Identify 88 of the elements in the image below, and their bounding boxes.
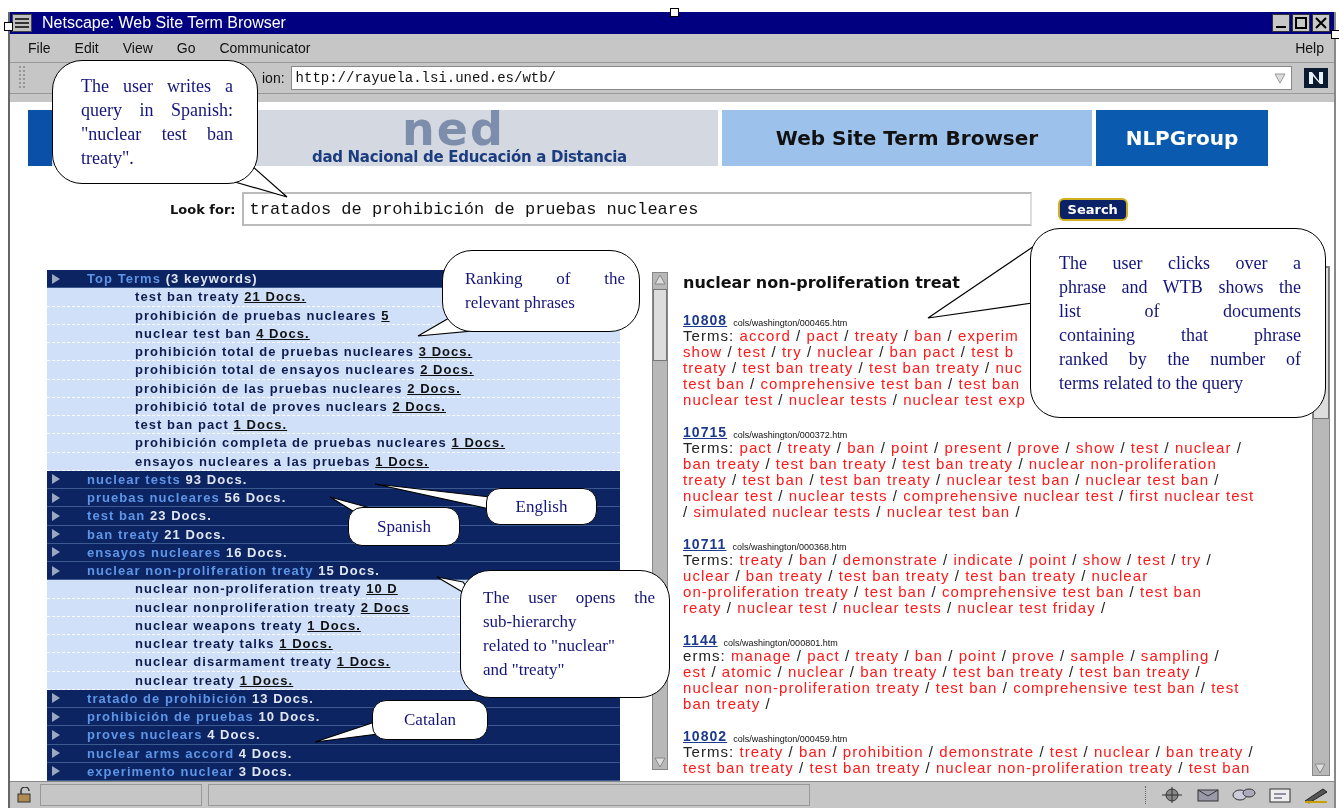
terms-line[interactable]: on-proliferation treaty / test ban / comprehensive test ban / test ban (683, 583, 1202, 600)
callout-tooltip: The user opens the sub-hierarchy related to "nuclear" and "treaty" (460, 570, 670, 698)
terms-line[interactable]: est / atomic / nuclear / ban treaty / test ban treaty / test ban treaty / (683, 663, 1201, 680)
phrase-row[interactable]: prohibición total de pruebas nucleares 3 Docs. (47, 343, 620, 362)
terms-line[interactable]: nuclear test / nuclear tests / comprehensive nuclear test / first nuclear test (683, 487, 1255, 504)
menu-item[interactable]: File (28, 40, 51, 56)
document-path: cols/washington/000368.htm (732, 542, 847, 552)
maximize-icon[interactable] (1292, 14, 1310, 32)
resize-handle (670, 8, 679, 17)
document-link[interactable]: 10808 (683, 312, 728, 328)
expand-arrow-icon[interactable] (51, 491, 61, 504)
phrase-row[interactable]: prohibición completa de pruebas nucleares 1 Docs. (47, 434, 620, 453)
terms-label: erms: (683, 647, 726, 664)
terms-line[interactable]: nuclear test / nuclear tests / nuclear test exp (683, 391, 1026, 408)
group-banner[interactable]: NLPGroup (1096, 110, 1268, 166)
expand-arrow-icon[interactable] (51, 765, 61, 778)
expand-arrow-icon[interactable] (51, 692, 61, 705)
terms-label: Terms: (683, 551, 735, 568)
callout-tooltip: The user clicks over a phrase and WTB shows the list of documents containing that phrase ranked by the number of terms related to the query (1030, 228, 1326, 418)
search-button[interactable]: Search (1057, 197, 1128, 221)
menu-item[interactable]: Go (176, 40, 196, 56)
terms-line[interactable]: / simulated nuclear tests / nuclear test ban / (683, 503, 1021, 520)
terms-line[interactable]: treaty / test ban / test ban treaty / nuclear test ban / nuclear test ban / (683, 471, 1220, 488)
expand-arrow-icon[interactable] (51, 728, 61, 741)
terms-line[interactable]: treaty / ban / demonstrate / indicate / point / show / test / try / (739, 551, 1212, 568)
close-icon[interactable] (1312, 14, 1330, 32)
document-link[interactable]: 10802 (683, 728, 728, 744)
netscape-logo-icon (1304, 68, 1328, 88)
terms-line[interactable]: ban treaty / test ban treaty / test ban treaty / nuclear non-proliferation (683, 455, 1217, 472)
location-label: ion: (262, 70, 285, 86)
window-menu-icon[interactable] (12, 14, 32, 32)
logo-block (28, 110, 52, 166)
callout-tooltip: The user writes a query in Spanish: "nuclear test ban treaty". (52, 60, 258, 184)
menu-item[interactable]: Edit (74, 40, 99, 56)
discussion-icon[interactable] (1230, 786, 1258, 804)
document-path: cols/washington/000801.htm (723, 638, 838, 648)
terms-line[interactable]: treaty / test ban treaty / test ban treaty / nuc (683, 359, 1023, 376)
terms-line[interactable]: test ban / comprehensive test ban / test ban (683, 375, 1021, 392)
phrase-row[interactable]: prohibición total de ensayos nucleares 2 Docs. (47, 361, 620, 380)
terms-label: Terms: (683, 743, 735, 760)
document-path: cols/washington/000465.htm (733, 318, 848, 328)
terms-line[interactable]: treaty / ban / prohibition / demonstrate / test / nuclear / ban treaty / (739, 743, 1254, 760)
minimize-icon[interactable] (1272, 14, 1290, 32)
scroll-thumb[interactable] (653, 289, 667, 361)
terms-line[interactable]: reaty / nuclear test / nuclear tests / nuclear test friday / (683, 599, 1107, 616)
logo-text: ned (402, 110, 505, 148)
callout-tooltip: Ranking of the relevant phrases (442, 250, 640, 332)
document-path: cols/washington/000459.htm (733, 734, 848, 744)
expand-arrow-icon[interactable] (51, 528, 61, 541)
mail-icon[interactable] (1194, 786, 1222, 804)
callout-tooltip: Catalan (372, 700, 488, 740)
terms-label: Terms: (683, 439, 735, 456)
terms-line[interactable]: nuclear non-proliferation treaty / test ban / comprehensive test ban / test (683, 679, 1240, 696)
document-link[interactable]: 10711 (683, 536, 727, 552)
terms-label: Terms: (683, 327, 735, 344)
expand-arrow-icon[interactable] (51, 509, 61, 522)
expand-arrow-icon[interactable] (51, 564, 61, 577)
expand-arrow-icon[interactable] (51, 473, 61, 486)
phrase-row[interactable]: test ban pact 1 Docs. (47, 416, 620, 435)
expand-arrow-icon[interactable] (51, 546, 61, 559)
expand-arrow-icon[interactable] (51, 710, 61, 723)
terms-line[interactable]: test ban treaty / test ban treaty / nuclear non-proliferation treaty / test ban (683, 759, 1251, 776)
expand-arrow-icon[interactable] (51, 747, 61, 760)
document-path: cols/washington/000372.htm (733, 430, 848, 440)
url-field[interactable]: http://rayuela.lsi.uned.es/wtb/ (290, 66, 1292, 90)
window-title: Netscape: Web Site Term Browser (42, 14, 287, 32)
terms-line[interactable]: manage / pact / treaty / ban / point / prove / sample / sampling / (730, 647, 1220, 664)
search-label: Look for: (170, 201, 236, 217)
university-name: dad Nacional de Educación a Distancia (312, 148, 627, 166)
menu-item[interactable]: Communicator (219, 40, 311, 56)
terms-line[interactable]: pact / treaty / ban / point / present / prove / show / test / nuclear / (739, 439, 1242, 456)
composer-icon[interactable] (1266, 786, 1294, 804)
terms-line[interactable]: uclear / ban treaty / test ban treaty / test ban treaty / nuclear (683, 567, 1149, 584)
expand-arrow-icon[interactable] (51, 272, 61, 285)
site-title-banner: Web Site Term Browser (722, 110, 1092, 166)
document-link[interactable]: 1144 (683, 632, 718, 648)
terms-line[interactable]: ban treaty / (683, 695, 771, 712)
lock-icon[interactable] (16, 787, 34, 803)
callout-tooltip: English (486, 488, 597, 525)
menu-item[interactable]: Help (1295, 40, 1324, 56)
dropdown-arrow-icon[interactable] (1273, 71, 1287, 85)
pen-icon[interactable] (1302, 786, 1330, 804)
resize-handle (4, 22, 13, 31)
terms-line[interactable]: accord / pact / treaty / ban / experim (739, 327, 1019, 344)
results-heading: nuclear non-proliferation treat (683, 272, 960, 294)
menu-item[interactable]: View (122, 40, 153, 56)
document-link[interactable]: 10715 (683, 424, 728, 440)
terms-line[interactable]: show / test / try / nuclear / ban pact / test b (683, 343, 1015, 360)
